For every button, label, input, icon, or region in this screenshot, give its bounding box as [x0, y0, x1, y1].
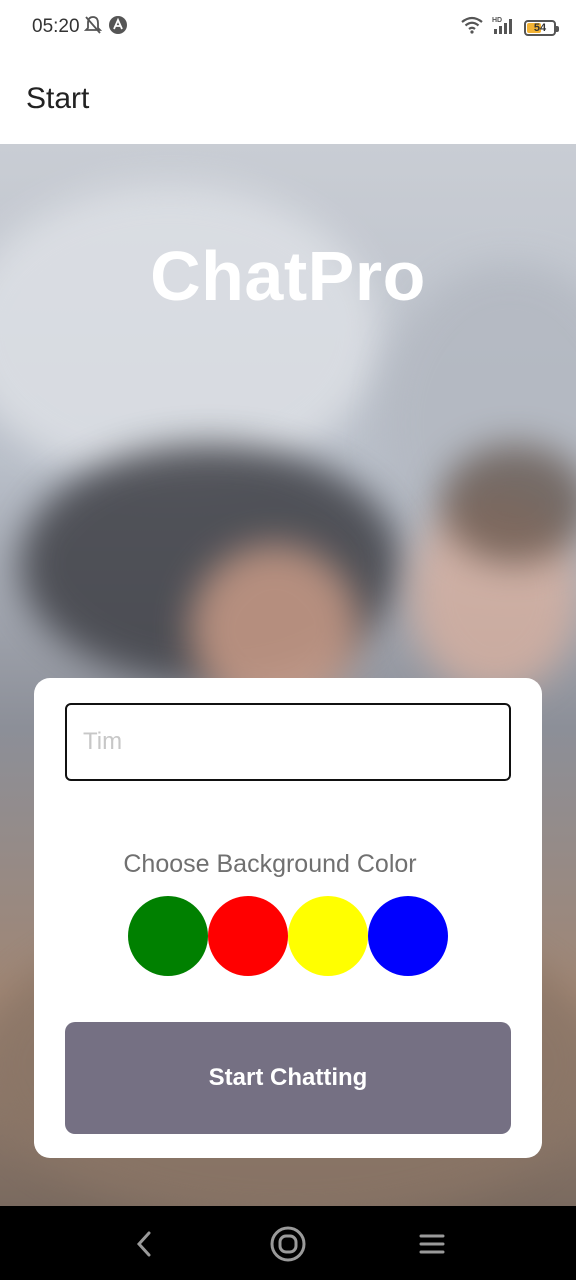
color-swatch-yellow[interactable]	[288, 896, 368, 976]
status-right-icons: HD 54	[460, 15, 559, 40]
home-icon[interactable]	[268, 1226, 308, 1262]
battery-level: 54	[533, 21, 547, 34]
start-chatting-button[interactable]: Start Chatting	[65, 1022, 511, 1134]
app-title: ChatPro	[150, 237, 426, 315]
page-title: Start	[26, 82, 90, 115]
svg-text:HD: HD	[492, 17, 502, 24]
menu-icon[interactable]	[412, 1226, 452, 1262]
back-icon[interactable]	[124, 1226, 164, 1262]
wifi-icon	[460, 16, 484, 39]
battery-icon: 54	[524, 19, 559, 36]
color-swatch-blue[interactable]	[368, 896, 448, 976]
status-bar: 05:20 HD 54	[0, 0, 576, 56]
battery-tip	[556, 25, 559, 32]
name-input[interactable]	[65, 703, 511, 781]
app-bar: Start	[0, 56, 576, 144]
app-a-icon	[108, 15, 128, 35]
bg-wall-blob	[0, 184, 380, 484]
start-form-card: Choose Background Color Start Chatting	[34, 678, 542, 1158]
hd-icon: HD	[492, 15, 516, 40]
status-time: 05:20	[32, 16, 80, 37]
system-nav-bar	[0, 1206, 576, 1280]
status-left-icons	[84, 15, 128, 35]
color-swatch-green[interactable]	[128, 896, 208, 976]
color-swatches	[128, 896, 448, 976]
bell-off-icon	[84, 15, 102, 35]
color-label: Choose Background Color	[123, 850, 417, 878]
color-swatch-red[interactable]	[208, 896, 288, 976]
